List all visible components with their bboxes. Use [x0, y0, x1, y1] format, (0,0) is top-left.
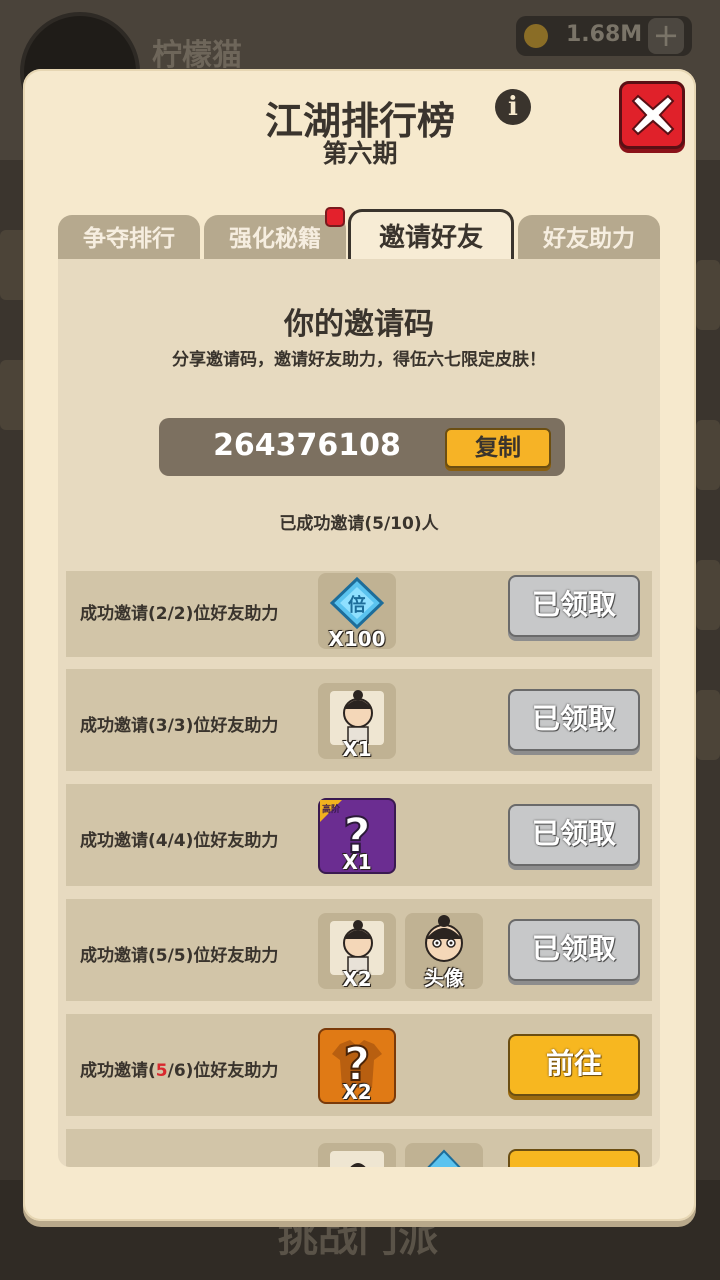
rarity-label: 高阶 [322, 805, 341, 815]
reward-row: 成功邀请(3/3)位好友助力 X1 已领取 [66, 669, 652, 771]
close-button[interactable] [619, 81, 685, 149]
invited-status: 已成功邀请(5/10)人 [279, 514, 439, 534]
reward-condition-prefix: 成功邀请( [80, 1061, 156, 1081]
coin-counter: 1.68M + [516, 16, 692, 56]
reward-row: 成功邀请(4/4)位好友助力 ? 高阶 X1 已领取 [66, 784, 652, 886]
go-button[interactable]: 前往 [508, 1034, 640, 1096]
claimed-button[interactable]: 已领取 [508, 689, 640, 751]
go-button[interactable] [508, 1149, 640, 1167]
invite-code: 264376108 [213, 428, 401, 463]
reward-qty: 头像 [424, 966, 464, 990]
reward-item[interactable] [405, 1143, 483, 1167]
player-name: 柠檬猫 [152, 38, 242, 73]
reward-progress-current: 5 [155, 1061, 168, 1081]
reward-item[interactable]: 倍 X100 [318, 573, 396, 651]
reward-condition: 成功邀请(5/6)位好友助力 [80, 1056, 278, 1081]
reward-item[interactable]: X1 [318, 683, 396, 761]
reward-qty: X1 [342, 737, 372, 761]
claimed-button[interactable]: 已领取 [508, 919, 640, 981]
reward-row: 成功邀请(2/2)位好友助力 倍 X100 已领取 [66, 571, 652, 657]
reward-qty: X100 [328, 627, 386, 651]
notification-badge [325, 207, 345, 227]
tab-friend-support[interactable]: 好友助力 [518, 215, 660, 261]
tab-invite-friends[interactable]: 邀请好友 [348, 209, 514, 261]
reward-item[interactable]: ? 高阶 X1 [318, 798, 396, 874]
dialog-subtitle: 第六期 [322, 139, 398, 168]
diamond-multiplier-icon [427, 1149, 461, 1167]
reward-condition: 成功邀请(2/2)位好友助力 [80, 604, 279, 624]
tab-ranking[interactable]: 争夺排行 [58, 215, 200, 261]
reward-condition: 成功邀请(3/3)位好友助力 [80, 716, 279, 736]
reward-row: 成功邀请(5/5)位好友助力 X2 头像 已领取 [66, 899, 652, 1001]
reward-row: 成功邀请(5/6)位好友助力 ? X2 前往 [66, 1014, 652, 1116]
side-panel-right [696, 260, 720, 330]
character-fragment-icon [330, 1151, 384, 1167]
reward-condition: 成功邀请(4/4)位好友助力 [80, 831, 279, 851]
side-panel-right [696, 420, 720, 490]
close-icon [631, 94, 675, 136]
reward-item[interactable]: 头像 [405, 913, 483, 990]
reward-row [66, 1129, 652, 1167]
reward-item[interactable]: ? X2 [318, 1028, 396, 1104]
copy-button[interactable]: 复制 [445, 428, 551, 468]
reward-condition: 成功邀请(5/5)位好友助力 [80, 946, 279, 966]
reward-qty: X2 [342, 967, 372, 991]
reward-item[interactable]: X2 [318, 913, 396, 991]
reward-condition-suffix: /6)位好友助力 [167, 1061, 279, 1081]
claimed-button[interactable]: 已领取 [508, 575, 640, 637]
coin-icon [524, 24, 548, 48]
invite-code-box: 264376108 复制 [159, 418, 565, 476]
diamond-label: 倍 [348, 594, 366, 616]
side-panel-right [696, 690, 720, 760]
reward-qty: X2 [342, 1080, 372, 1104]
side-panel-right [696, 560, 720, 630]
invite-panel: 你的邀请码 分享邀请码，邀请好友助力，得伍六七限定皮肤！ 264376108 复… [58, 259, 660, 1167]
invite-code-heading: 你的邀请码 [284, 307, 434, 342]
invite-description: 分享邀请码，邀请好友助力，得伍六七限定皮肤！ [172, 350, 546, 370]
reward-item[interactable] [318, 1143, 396, 1167]
coin-value: 1.68M [566, 22, 643, 47]
claimed-button[interactable]: 已领取 [508, 804, 640, 866]
add-coins-button: + [648, 18, 684, 54]
reward-qty: X1 [342, 850, 372, 874]
info-icon[interactable]: i [495, 89, 531, 125]
